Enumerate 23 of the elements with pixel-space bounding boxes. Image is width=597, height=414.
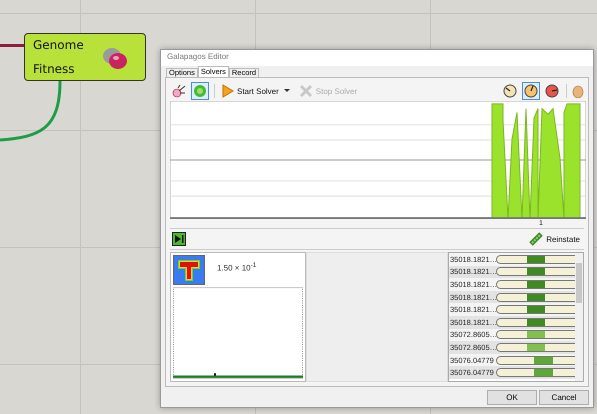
fitness-value: 1.50 × 10$^{-1}$: [217, 262, 257, 273]
gauge-button[interactable]: [501, 82, 519, 100]
close-icon: [298, 84, 313, 98]
scrollbar[interactable]: [575, 253, 583, 381]
caret-icon[interactable]: [284, 89, 290, 93]
step-forward-icon[interactable]: [172, 232, 186, 246]
component-node[interactable]: Genome Fitness: [24, 33, 146, 81]
gauge-button[interactable]: [543, 82, 561, 100]
gauge-button[interactable]: [522, 82, 540, 100]
play-icon: [222, 84, 234, 98]
start-solver-button[interactable]: Start Solver: [220, 84, 281, 98]
egg-icon[interactable]: [572, 84, 584, 98]
wire: [0, 81, 62, 143]
dialog-button[interactable]: OK: [487, 390, 537, 404]
gene-strand-icon: [529, 232, 544, 246]
window-title: Galapagos Editor: [161, 50, 593, 66]
wire: [0, 44, 24, 47]
dialog-button[interactable]: Cancel: [539, 390, 589, 404]
heatmap-thumbnail-icon: [173, 255, 205, 285]
reinstate-button[interactable]: Reinstate: [527, 232, 582, 246]
input-label: Fitness: [33, 62, 76, 76]
eggs-icon: [101, 46, 129, 70]
input-label: Genome: [33, 38, 85, 52]
